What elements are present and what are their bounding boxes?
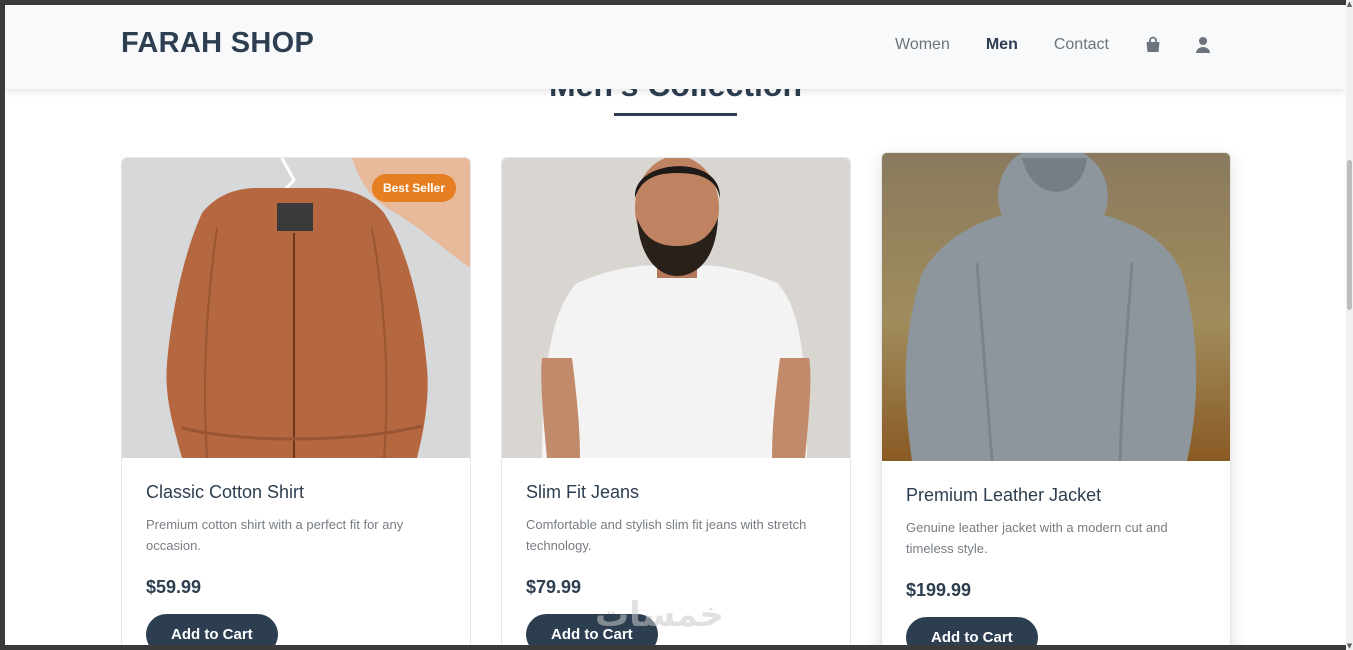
user-icon[interactable] [1195, 36, 1211, 54]
shopping-bag-icon[interactable] [1145, 36, 1161, 54]
product-image[interactable]: Best Seller [122, 158, 470, 458]
product-price: $199.99 [906, 580, 972, 600]
main-nav: Women Men Contact [895, 36, 1245, 54]
page-scrollbar[interactable]: ▲ ▼ [1346, 0, 1353, 650]
product-name[interactable]: Classic Cotton Shirt [146, 482, 446, 506]
page-viewport: Men's Collection FARAH SHOP Women Men Co… [5, 5, 1346, 645]
product-card: Slim Fit Jeans Comfortable and stylish s… [501, 157, 851, 645]
product-image[interactable] [882, 153, 1230, 461]
product-description: Premium cotton shirt with a perfect fit … [146, 517, 404, 553]
scrollbar-thumb[interactable] [1347, 160, 1352, 310]
product-name[interactable]: Slim Fit Jeans [526, 482, 826, 506]
product-card: Best Seller Classic Cotton Shirt Premium… [121, 157, 471, 645]
nav-link-contact[interactable]: Contact [1054, 36, 1109, 54]
nav-link-women[interactable]: Women [895, 36, 950, 54]
add-to-cart-button[interactable]: Add to Cart [906, 617, 1038, 645]
best-seller-badge: Best Seller [371, 174, 456, 202]
brand-logo[interactable]: FARAH SHOP [121, 27, 314, 60]
product-card: Premium Leather Jacket Genuine leather j… [881, 152, 1231, 645]
title-underline [614, 113, 737, 116]
product-description: Comfortable and stylish slim fit jeans w… [526, 517, 807, 553]
nav-link-men[interactable]: Men [986, 36, 1018, 54]
product-image[interactable] [502, 158, 850, 458]
product-description: Genuine leather jacket with a modern cut… [906, 520, 1168, 556]
scroll-down-arrow-icon[interactable]: ▼ [1346, 642, 1353, 650]
watermark: خمسات [595, 595, 724, 635]
product-price: $59.99 [146, 577, 202, 597]
add-to-cart-button[interactable]: Add to Cart [146, 614, 278, 645]
site-header: FARAH SHOP Women Men Contact [5, 5, 1346, 89]
product-name[interactable]: Premium Leather Jacket [906, 485, 1206, 509]
scroll-up-arrow-icon[interactable]: ▲ [1346, 0, 1353, 8]
